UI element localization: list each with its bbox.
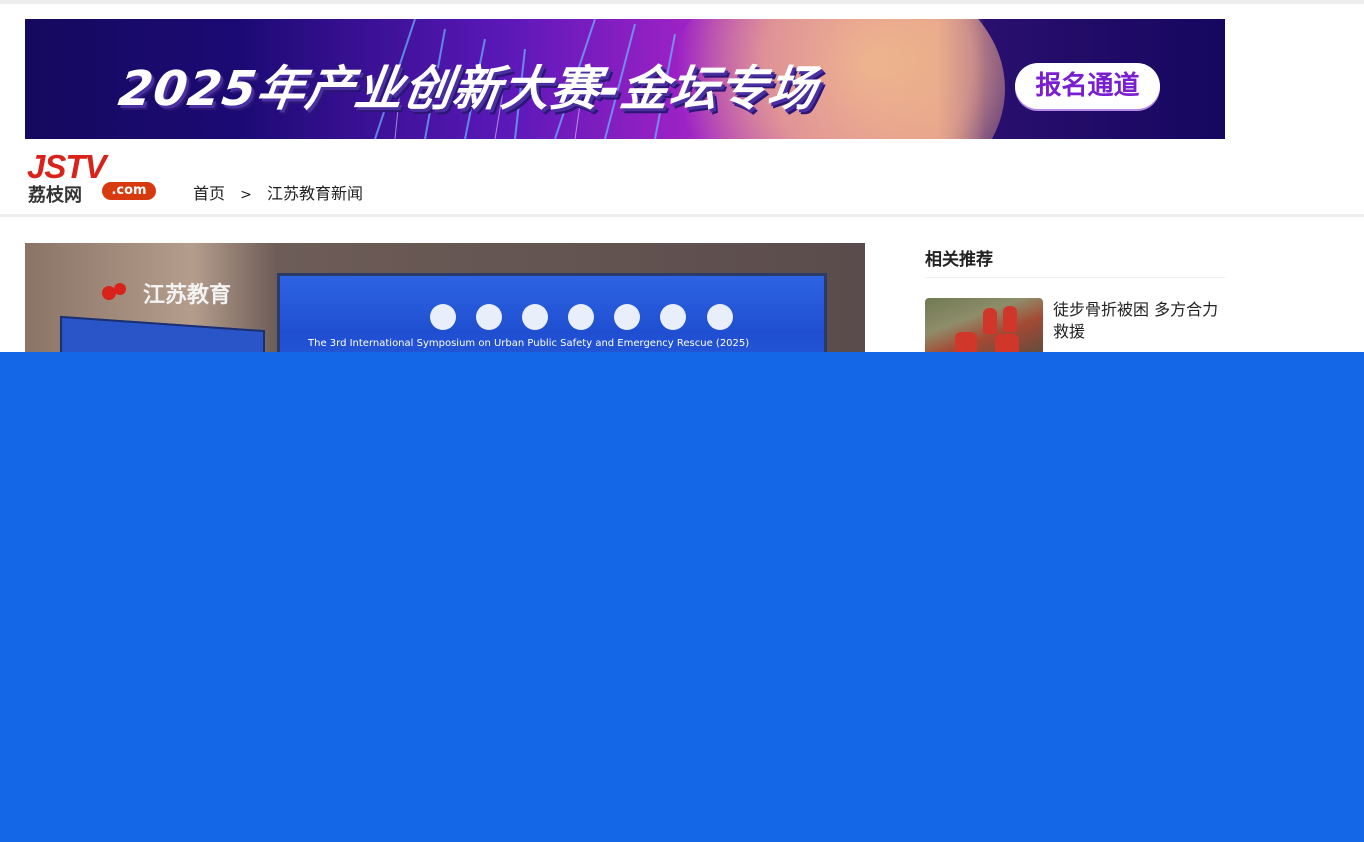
banner-title: 2025年产业创新大赛-金坛专场 [115, 61, 821, 117]
rescuer-figure [983, 308, 997, 334]
related-item[interactable]: 徒步骨折被困 多方合力救援 [925, 298, 1225, 358]
breadcrumb-current-link[interactable]: 江苏教育新闻 [267, 184, 363, 203]
logo-dotcom-badge: .com [102, 182, 156, 200]
hero-screen-logos [430, 304, 748, 334]
promo-banner[interactable]: 2025年产业创新大赛-金坛专场 报名通道 [25, 19, 1225, 139]
sponsor-logo-icon [430, 304, 456, 330]
jiangsu-education-logo-icon [102, 283, 126, 300]
breadcrumb-home-link[interactable]: 首页 [193, 184, 225, 203]
sponsor-logo-icon [660, 304, 687, 330]
top-strip [0, 0, 1364, 4]
related-recommendations-title: 相关推荐 [925, 250, 993, 270]
sponsor-logo-icon [522, 304, 549, 330]
article-hero-image: 江苏教育 The 3rd International Symposium on … [25, 243, 865, 368]
related-item-title[interactable]: 徒步骨折被困 多方合力救援 [1053, 299, 1225, 343]
blue-overlay-panel [0, 352, 1364, 842]
hero-screen-caption: The 3rd International Symposium on Urban… [308, 338, 750, 349]
breadcrumb: 首页 > 江苏教育新闻 [193, 180, 363, 204]
header-divider [0, 214, 1364, 217]
sidebar-divider [925, 277, 1225, 278]
related-item-thumbnail[interactable] [925, 298, 1043, 358]
hero-brand-text: 江苏教育 [143, 283, 232, 308]
sponsor-logo-icon [476, 304, 503, 330]
rescuer-figure [1003, 306, 1017, 332]
sponsor-logo-icon [614, 304, 641, 330]
sponsor-logo-icon [568, 304, 595, 330]
banner-signup-button[interactable]: 报名通道 [1015, 63, 1160, 109]
sponsor-logo-icon [706, 304, 733, 330]
site-logo[interactable]: JSTV 荔枝网 .com [27, 148, 159, 206]
logo-chinese-text: 荔枝网 [28, 185, 82, 206]
breadcrumb-separator: > [240, 187, 252, 203]
